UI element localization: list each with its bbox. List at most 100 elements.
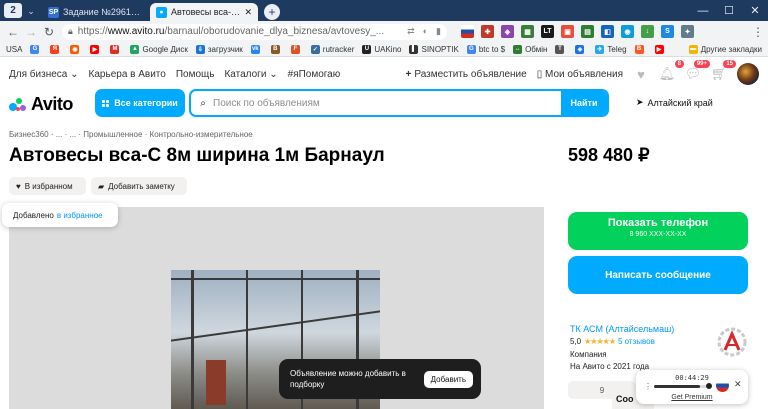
bookmark-google[interactable]: G [30,44,42,54]
page-title: Автовесы вса-С 8м ширина 1м Барнаул [9,145,385,166]
reviews-link[interactable]: 5 отзывов [618,337,655,346]
top-navigation: Для бизнеса ⌄ Карьера в Авито Помощь Кат… [9,60,759,85]
extension-icon[interactable]: S [661,25,674,38]
seller-name[interactable]: ТК АСМ (Алтайсельмаш) [570,324,720,334]
extension-icon[interactable]: ◈ [501,25,514,38]
plus-icon[interactable]: + [264,4,280,20]
other-bookmarks[interactable]: ▬ Другие закладки [688,44,762,54]
close-window-icon[interactable]: ✕ [742,4,768,17]
favorites-link[interactable]: в избранное [57,211,103,220]
address-bar[interactable]: 🔒︎ https:// www.avito.ru /barnaul/oborud… [62,23,447,40]
bookmark-t[interactable]: T [555,44,567,54]
google-icon: G [30,44,40,54]
url-host: www.avito.ru [107,26,165,37]
window-number-badge[interactable]: 2 [4,3,22,18]
show-phone-button[interactable]: Показать телефон 8 960 XXX-XX-XX [568,212,748,250]
bookmark-yandex[interactable]: Я [50,44,62,54]
close-icon[interactable]: ✕ [734,379,742,390]
bookmark-youtube[interactable]: ▶ [90,44,102,54]
nav-for-business[interactable]: Для бизнеса ⌄ [9,69,79,80]
all-categories-button[interactable]: Все категории [95,89,185,117]
map-pin-icon: ◈ [575,44,585,54]
search-input[interactable] [213,97,561,109]
bookmark-b[interactable]: B [270,44,283,54]
favorite-button[interactable]: ♥ В избранном [9,177,86,195]
nav-hashtag[interactable]: #яПомогаю [288,69,341,80]
extension-icon[interactable]: ▦ [521,25,534,38]
shield-extension-icon[interactable]: ✚ [481,25,494,38]
progress-bar[interactable] [654,385,708,388]
extension-icon[interactable]: ▤ [581,25,594,38]
avito-favicon-icon: ● [156,6,167,18]
bookmark-gmail[interactable]: M [110,44,122,54]
nav-help[interactable]: Помощь [176,69,215,80]
download-icon: ⇩ [195,44,205,54]
bookmark-telegram[interactable]: ✈ Teleg [595,44,627,54]
telegram-icon: ✈ [595,44,605,54]
search-button[interactable]: Найти [561,91,607,115]
maximize-icon[interactable]: ☐ [716,4,742,17]
puzzle-icon[interactable]: ✦ [681,25,694,38]
bookmark-usa[interactable]: USA [6,45,22,54]
chat-icon[interactable]: 💬︎ 99+ [685,60,710,82]
tab-list-chevron-icon[interactable]: ⌄ [24,4,38,18]
cart-icon[interactable]: 🛒︎ 15 [711,60,736,82]
bookmark-sinoptik[interactable]: ▌ SINOPTIK [409,44,459,54]
seller-logo-icon[interactable] [715,325,749,359]
blogger-icon: B [634,44,644,54]
rutracker-icon: ✓ [310,44,320,54]
bookmark-maps[interactable]: ◈ [575,44,587,54]
menu-dots-icon[interactable]: ⋮ [752,25,764,39]
add-to-collection-button[interactable]: Добавить [423,370,473,388]
close-tab-icon[interactable]: ✕ [244,7,252,18]
my-ads-link[interactable]: ▯ Мои объявления [537,69,623,80]
reload-icon[interactable]: ↻ [40,25,58,39]
avito-logo[interactable]: Avito [9,94,73,115]
russia-flag-icon[interactable] [716,379,729,392]
bookmark-btc[interactable]: Gbtc to $ [466,44,505,54]
nav-catalogs[interactable]: Каталоги ⌄ [224,69,277,80]
bookmark-f[interactable]: F [290,44,303,54]
minimize-icon[interactable]: — [690,5,716,17]
avatar[interactable] [737,63,759,85]
forward-arrow-icon[interactable]: → [22,25,40,39]
bookmark-exchange[interactable]: ↔ Обмін [513,44,547,54]
seller-info: ТК АСМ (Алтайсельмаш) 5,0 ★★★★★ 5 отзыво… [570,324,720,371]
extension-icon[interactable]: ◧ [601,25,614,38]
browser-tab-avito[interactable]: ● Автовесы вса-С 8м шир... ✕ [150,3,258,21]
region-selector[interactable]: ➤ Алтайский край [636,97,713,108]
bookmark-youtube-2[interactable]: ▶ [654,44,667,54]
search-icon: ⌕ [200,97,206,109]
lock-icon[interactable]: 🔒︎ [68,26,73,37]
bookmark-rutracker[interactable]: ✓ rutracker [310,44,354,54]
write-message-button[interactable]: Написать сообщение [568,256,748,294]
google-icon: G [466,44,476,54]
bookmark-site[interactable]: ◉ [70,44,82,54]
bookmark-icon[interactable]: ▮ [436,26,441,37]
extension-icon[interactable]: ▣ [561,25,574,38]
menu-dots-icon[interactable]: ⋮ [644,382,652,391]
tracking-icon[interactable]: ◐ [423,26,428,37]
bookmark-google-drive[interactable]: ▲ Google Диск [130,44,188,54]
translate-icon[interactable]: ⇄ [407,26,415,37]
progress-knob[interactable] [706,383,712,389]
player-time: 00:44:29 [675,374,709,382]
post-ad-link[interactable]: + Разместить объявление [406,69,527,80]
bell-icon[interactable]: 🔔︎ 8 [659,60,684,82]
nav-career[interactable]: Карьера в Авито [89,69,166,80]
bookmark-blogger[interactable]: B [634,44,647,54]
download-arrow-icon[interactable]: ↓ [641,25,654,38]
get-premium-link[interactable]: Get Premium [636,394,748,401]
bookmark-vk[interactable]: vk [250,44,263,54]
bookmark-uakino[interactable]: U UAKino [362,44,401,54]
breadcrumb[interactable]: Бизнес360 · ... · ... · Промышленное · К… [9,130,253,139]
back-arrow-icon[interactable]: ← [4,25,22,39]
avito-page: Для бизнеса ⌄ Карьера в Авито Помощь Кат… [0,57,768,409]
browser-tab-task[interactable]: SP Задание №2961451 - про... [42,3,150,21]
bookmark-downloader[interactable]: ⇩ загрузчик [195,44,243,54]
extension-icon[interactable]: ◉ [621,25,634,38]
heart-icon[interactable]: ♥ [633,66,649,82]
ltc-extension-icon[interactable]: LT [541,25,554,38]
russia-flag-icon[interactable] [461,25,474,38]
add-note-button[interactable]: ▰ Добавить заметку [91,177,187,195]
